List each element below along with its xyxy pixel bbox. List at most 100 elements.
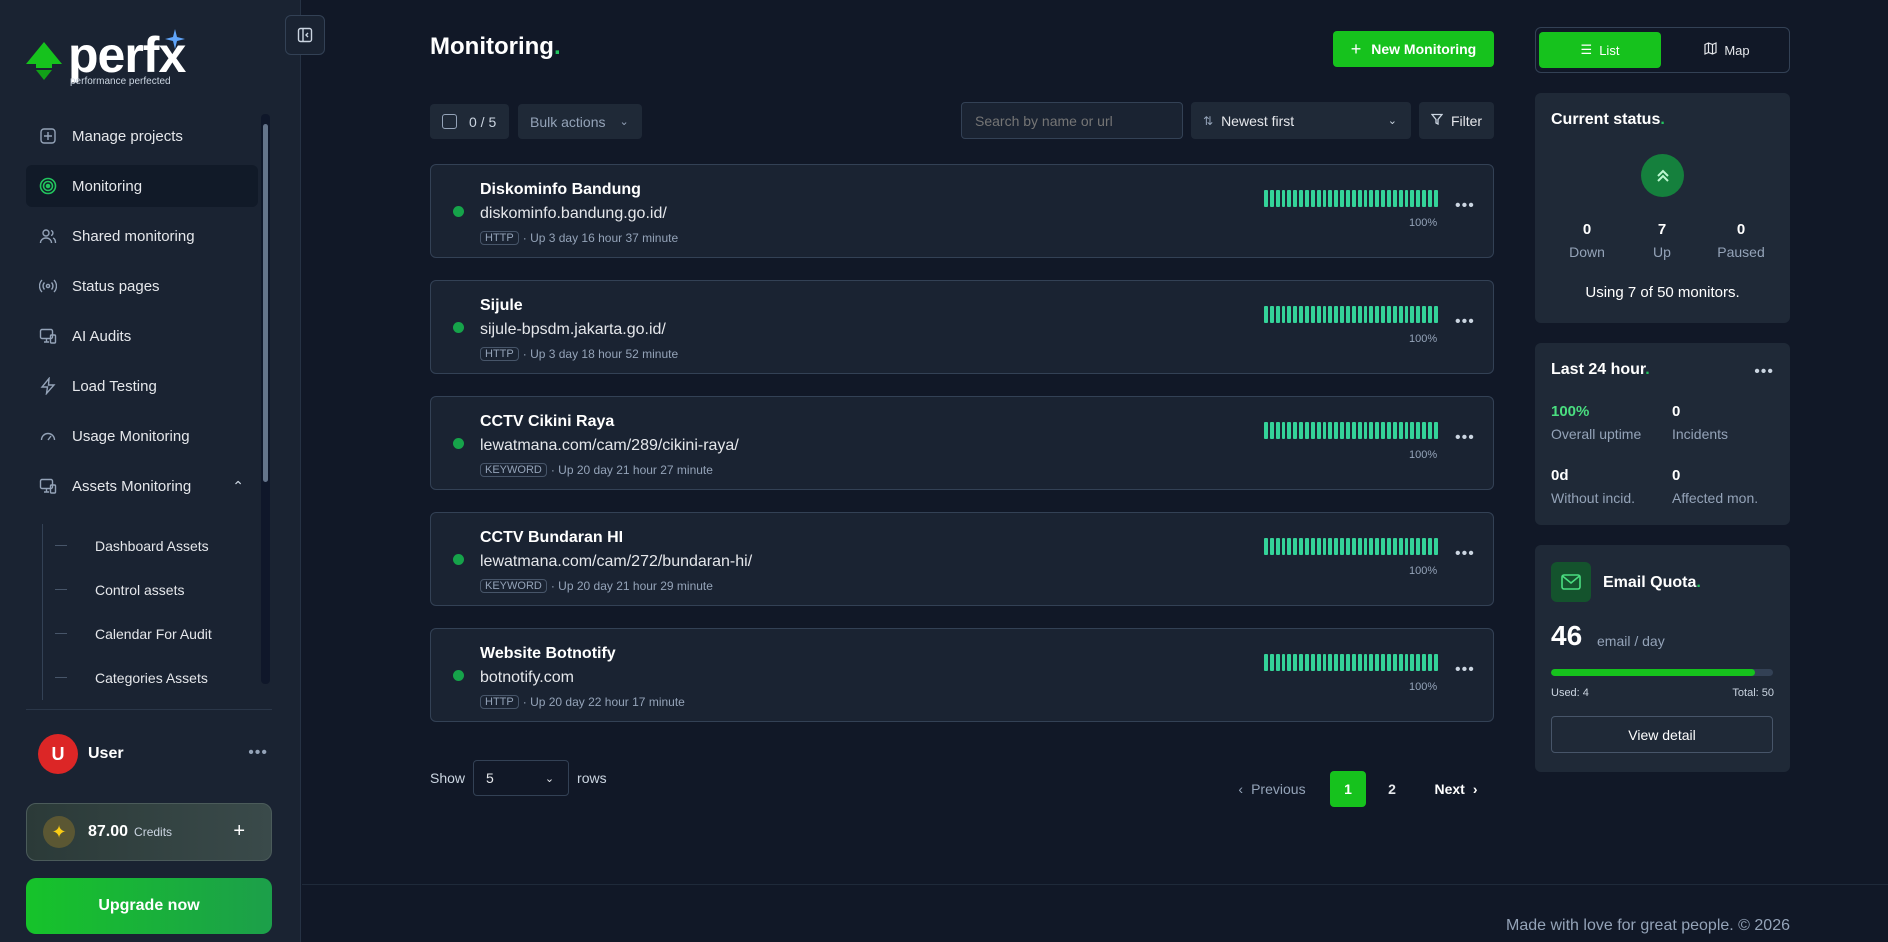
email-quota-total: Total: 50 (1732, 687, 1774, 699)
monitor-uptime-text: · Up 20 day 21 hour 27 minute (550, 463, 713, 477)
sidebar-item-label: Assets Monitoring (72, 477, 192, 495)
subnav-item-control-assets[interactable]: Control assets (43, 568, 274, 612)
map-view-button[interactable]: Map (1666, 32, 1788, 68)
more-horizontal-icon[interactable]: ••• (1455, 429, 1475, 447)
uptime-bar (1363, 654, 1368, 671)
uptime-bar (1316, 538, 1321, 555)
uptime-bar (1410, 538, 1415, 555)
monitor-row[interactable]: CCTV Cikini Raya lewatmana.com/cam/289/ci… (430, 396, 1494, 490)
monitor-name[interactable]: CCTV Cikini Raya (480, 413, 614, 431)
uptime-bar (1428, 422, 1432, 439)
rows-label: rows (577, 770, 607, 786)
add-credits-icon[interactable]: + (233, 820, 245, 843)
bulk-actions-dropdown[interactable]: Bulk actions ⌄ (518, 104, 642, 139)
uptime-bar (1346, 422, 1350, 439)
sidebar-item-assets-monitoring[interactable]: Assets Monitoring ⌃ (26, 465, 258, 507)
monitor-name[interactable]: Diskominfo Bandung (480, 181, 641, 199)
sidebar-item-load-testing[interactable]: Load Testing (26, 365, 258, 407)
filter-button[interactable]: Filter (1419, 102, 1494, 139)
monitor-meta: KEYWORD · Up 20 day 21 hour 27 minute (480, 463, 713, 477)
monitor-usage-text: Using 7 of 50 monitors. (1585, 284, 1740, 301)
monitor-row[interactable]: Website Botnotify botnotify.com HTTP · Up 2… (430, 628, 1494, 722)
email-quota-card: Email Quota. 46 email / day Used: 4 Tota… (1535, 545, 1790, 772)
target-icon (38, 176, 58, 196)
search-input[interactable] (961, 102, 1183, 139)
brand-logo[interactable]: perfx performance perfected (26, 27, 206, 90)
uptime-bars (1264, 306, 1438, 323)
uptime-bar (1340, 654, 1345, 671)
monitor-row[interactable]: Diskominfo Bandung diskominfo.bandung.go.… (430, 164, 1494, 258)
uptime-bar (1398, 422, 1403, 439)
sidebar-item-shared-monitoring[interactable]: Shared monitoring (26, 215, 258, 257)
uptime-bar (1322, 306, 1327, 323)
select-all-checkbox[interactable] (442, 114, 457, 129)
collapse-sidebar-button[interactable] (285, 15, 325, 55)
list-view-button[interactable]: ☰ List (1539, 32, 1661, 68)
more-horizontal-icon[interactable]: ••• (1455, 661, 1475, 679)
monitor-row[interactable]: CCTV Bundaran HI lewatmana.com/cam/272/bu… (430, 512, 1494, 606)
uptime-bar (1387, 654, 1391, 671)
subnav-item-categories-assets[interactable]: Categories Assets (43, 656, 274, 700)
uptime-bar (1275, 538, 1280, 555)
more-horizontal-icon[interactable]: ••• (1754, 363, 1774, 381)
sidebar-item-manage-projects[interactable]: Manage projects (26, 115, 258, 157)
sidebar-item-label: Manage projects (72, 127, 183, 145)
uptime-bar (1363, 422, 1368, 439)
more-horizontal-icon[interactable]: ••• (1455, 545, 1475, 563)
sidebar-item-monitoring[interactable]: Monitoring (26, 165, 258, 207)
uptime-bar (1269, 654, 1274, 671)
upgrade-button[interactable]: Upgrade now (26, 878, 272, 934)
monitor-uptime-text: · Up 3 day 18 hour 52 minute (522, 347, 679, 361)
monitor-icon (38, 326, 58, 346)
sidebar-item-ai-audits[interactable]: AI Audits (26, 315, 258, 357)
more-horizontal-icon[interactable]: ••• (1455, 313, 1475, 331)
incidents: 0 Incidents (1672, 403, 1728, 442)
next-label: Next (1434, 781, 1465, 797)
rows-select[interactable]: 5 ⌄ (473, 760, 570, 796)
uptime-bar (1351, 306, 1356, 323)
sort-dropdown[interactable]: ⇅ Newest first ⌄ (1191, 102, 1411, 139)
next-page-button[interactable]: Next › (1428, 771, 1484, 807)
sidebar-scrollbar[interactable] (261, 114, 270, 684)
monitor-row[interactable]: Sijule sijule-bpsdm.jakarta.go.id/HTTP · U… (430, 280, 1494, 374)
previous-page-button[interactable]: ‹ Previous (1234, 771, 1310, 807)
uptime-bar (1351, 538, 1356, 555)
uptime-bar (1293, 654, 1298, 671)
monitor-name[interactable]: Website Botnotify (480, 645, 616, 663)
uptime-bar (1310, 654, 1315, 671)
uptime-bar (1416, 306, 1421, 323)
select-all[interactable]: 0 / 5 (430, 104, 509, 139)
affected-monitors-label: Affected mon. (1672, 490, 1759, 506)
uptime-bar (1275, 190, 1280, 207)
filter-icon (1430, 113, 1444, 128)
chevron-up-icon[interactable]: ⌃ (232, 478, 244, 495)
sidebar-item-usage-monitoring[interactable]: Usage Monitoring (26, 415, 258, 457)
subnav-item-calendar-for-audit[interactable]: Calendar For Audit (43, 612, 274, 656)
uptime-bar (1305, 190, 1309, 207)
uptime-bar (1351, 422, 1356, 439)
user-menu[interactable]: U User ••• (38, 734, 268, 774)
new-monitoring-button[interactable]: + New Monitoring (1333, 31, 1494, 67)
subnav-item-dashboard-assets[interactable]: Dashboard Assets (43, 524, 274, 568)
monitor-name[interactable]: CCTV Bundaran HI (480, 529, 623, 547)
user-name: User (88, 745, 124, 762)
sidebar-item-label: Load Testing (72, 377, 157, 395)
scrollbar-thumb[interactable] (263, 124, 268, 482)
page-2-button[interactable]: 2 (1374, 771, 1410, 807)
more-horizontal-icon[interactable]: ••• (248, 744, 268, 762)
uptime-bar (1404, 654, 1409, 671)
email-quota-used: Used: 4 (1551, 687, 1589, 699)
overall-uptime-label: Overall uptime (1551, 426, 1642, 442)
uptime-bar (1410, 190, 1415, 207)
sidebar-item-status-pages[interactable]: Status pages (26, 265, 258, 307)
more-horizontal-icon[interactable]: ••• (1455, 197, 1475, 215)
page-1-button[interactable]: 1 (1330, 771, 1366, 807)
view-detail-button[interactable]: View detail (1551, 716, 1773, 753)
rows-per-page: Show 5 ⌄ rows (430, 760, 607, 796)
sort-label: Newest first (1221, 112, 1295, 129)
monitor-type-badge: HTTP (480, 231, 519, 245)
uptime-bar (1433, 422, 1438, 439)
monitor-name[interactable]: Sijule (480, 297, 523, 315)
uptime-bar (1392, 654, 1397, 671)
uptime-bar (1310, 538, 1315, 555)
